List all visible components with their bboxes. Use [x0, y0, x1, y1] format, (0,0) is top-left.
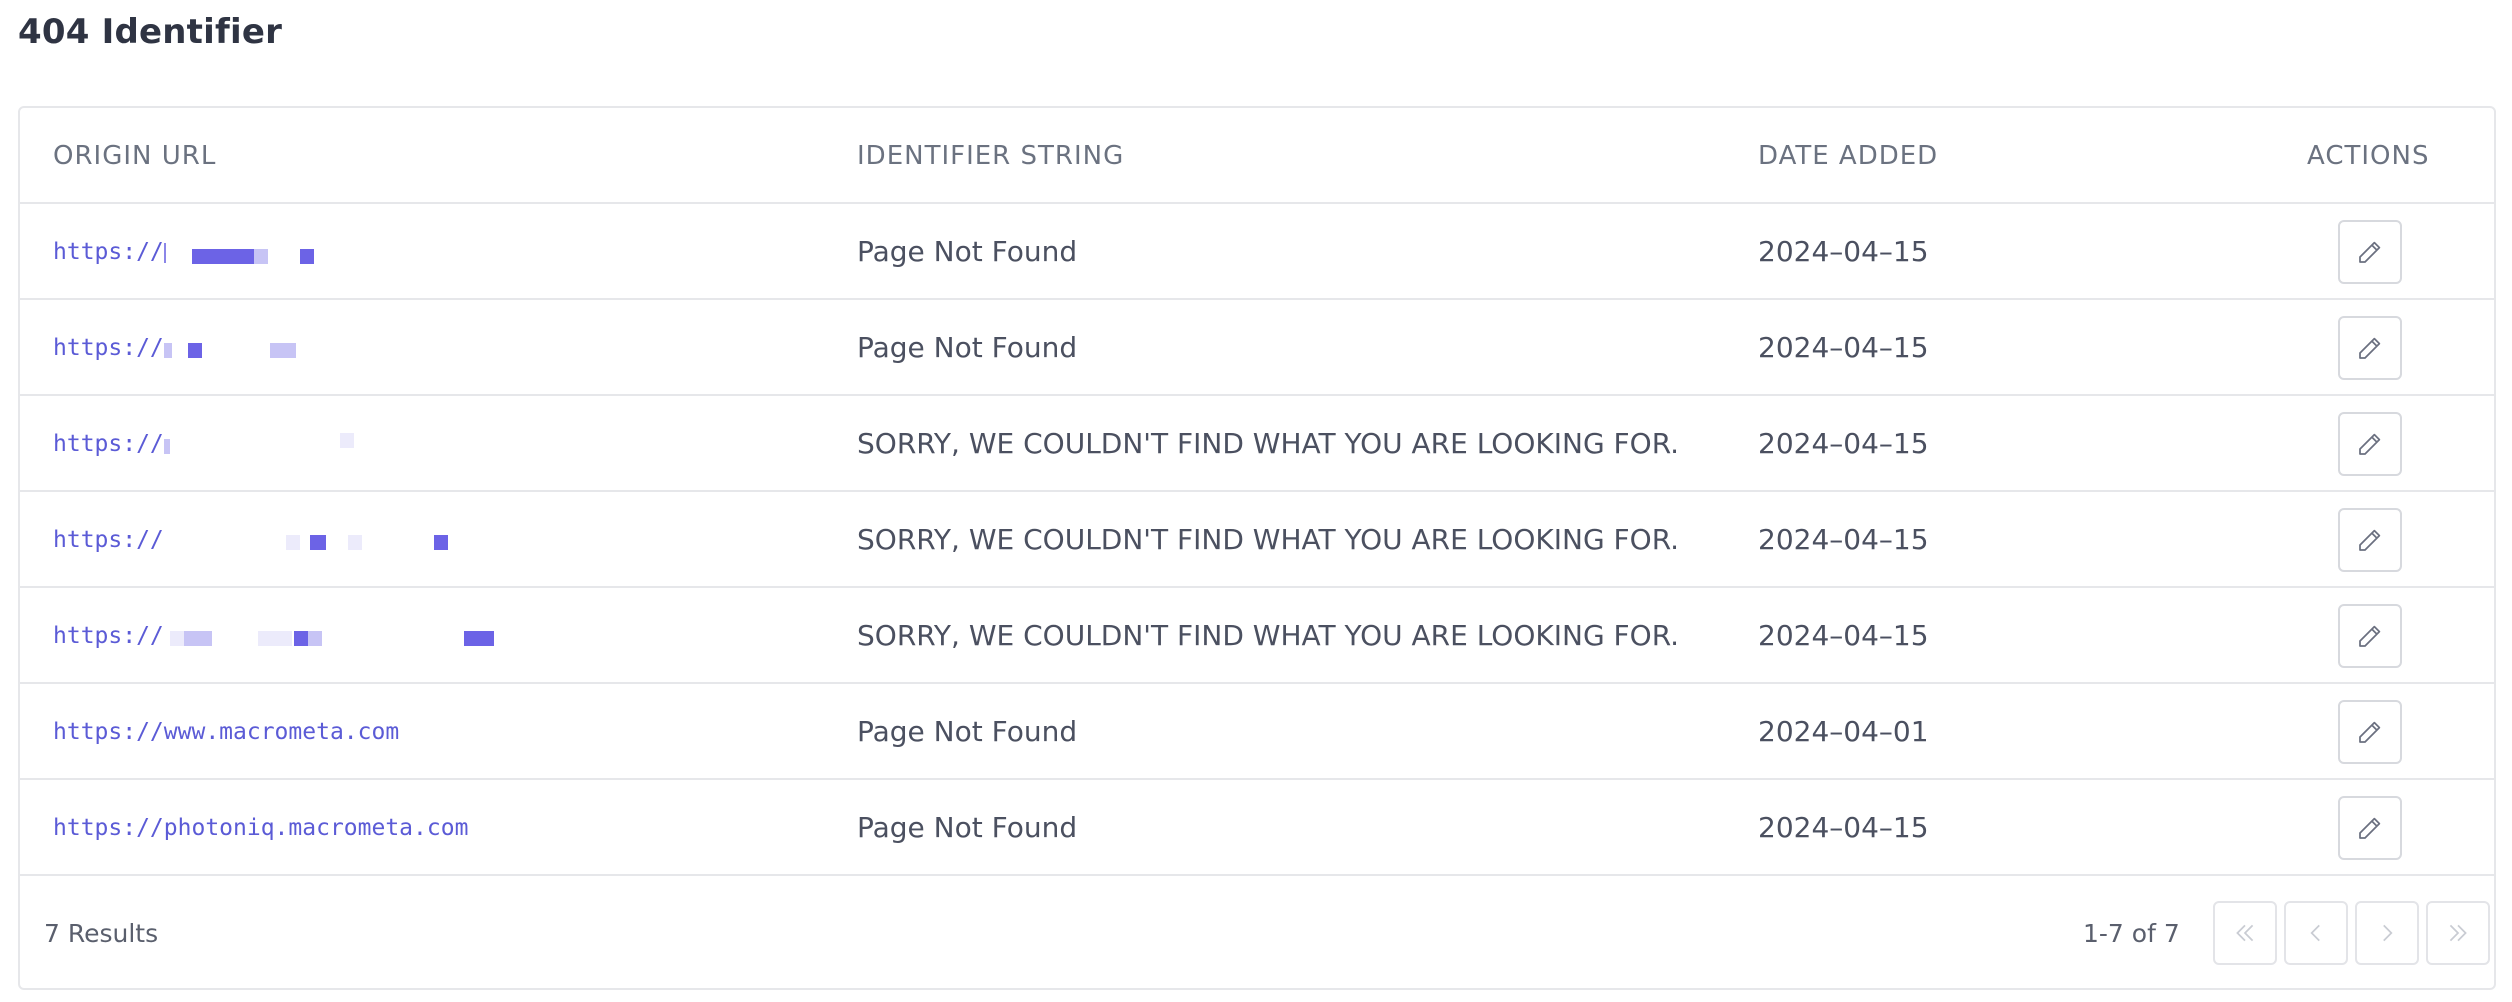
- date-added: 2024–04–15: [1758, 427, 1929, 460]
- edit-button[interactable]: [2338, 412, 2402, 476]
- header-date-added: DATE ADDED: [1758, 141, 1939, 171]
- header-origin-url: ORIGIN URL: [53, 141, 217, 171]
- pencil-icon: [2359, 337, 2381, 359]
- identifier-string: SORRY, WE COULDN'T FIND WHAT YOU ARE LOO…: [857, 619, 1680, 652]
- header-identifier-string: IDENTIFIER STRING: [857, 141, 1125, 171]
- origin-url-text: https://: [53, 239, 164, 265]
- identifier-string: SORRY, WE COULDN'T FIND WHAT YOU ARE LOO…: [857, 523, 1680, 556]
- redacted-url-block: [163, 242, 324, 264]
- identifier-string: Page Not Found: [857, 715, 1078, 748]
- pencil-icon: [2359, 241, 2381, 263]
- date-added: 2024–04–15: [1758, 811, 1929, 844]
- table-row: https:// SORRY, WE COULDN'T FIND WHAT YO…: [20, 396, 2494, 492]
- origin-url-text: https://: [53, 623, 164, 649]
- redacted-url-block: [164, 531, 464, 551]
- date-added: 2024–04–15: [1758, 331, 1929, 364]
- table-row: https:// SORRY, WE COULDN'T FIND WHAT YO…: [20, 588, 2494, 684]
- origin-url-link[interactable]: https://: [53, 204, 324, 300]
- edit-button[interactable]: [2338, 604, 2402, 668]
- pencil-icon: [2359, 721, 2381, 743]
- identifier-string: SORRY, WE COULDN'T FIND WHAT YOU ARE LOO…: [857, 427, 1680, 460]
- identifier-string: Page Not Found: [857, 235, 1078, 268]
- edit-button[interactable]: [2338, 700, 2402, 764]
- origin-url-link[interactable]: https://: [53, 396, 364, 492]
- redacted-url-block: [164, 627, 504, 647]
- origin-url-link[interactable]: https://photoniq.macrometa.com: [53, 780, 468, 876]
- pencil-icon: [2359, 817, 2381, 839]
- page-title: 404 Identifier: [18, 12, 283, 52]
- results-count: 7 Results: [44, 919, 159, 948]
- pencil-icon: [2359, 433, 2381, 455]
- identifier-string: Page Not Found: [857, 811, 1078, 844]
- date-added: 2024–04–15: [1758, 235, 1929, 268]
- pagination-range: 1-7 of 7: [2083, 919, 2180, 948]
- origin-url-link[interactable]: https://: [53, 492, 464, 588]
- origin-url-text: https://: [53, 431, 164, 457]
- origin-url-link[interactable]: https://www.macrometa.com: [53, 684, 399, 780]
- edit-button[interactable]: [2338, 220, 2402, 284]
- header-actions: ACTIONS: [2307, 141, 2430, 171]
- origin-url-link[interactable]: https://: [53, 588, 504, 684]
- pencil-icon: [2359, 529, 2381, 551]
- table-header: ORIGIN URL IDENTIFIER STRING DATE ADDED …: [20, 108, 2494, 204]
- table-row: https://photoniq.macrometa.com Page Not …: [20, 780, 2494, 876]
- edit-button[interactable]: [2338, 508, 2402, 572]
- chevron-left-icon: [2310, 924, 2320, 942]
- double-chevron-right-icon: [2449, 924, 2467, 942]
- last-page-button[interactable]: [2426, 901, 2490, 965]
- redacted-url-block: [163, 339, 334, 359]
- chevron-right-icon: [2383, 924, 2393, 942]
- date-added: 2024–04–01: [1758, 715, 1929, 748]
- first-page-button[interactable]: [2213, 901, 2277, 965]
- previous-page-button[interactable]: [2284, 901, 2348, 965]
- redacted-url-block: [163, 432, 364, 455]
- identifier-string: Page Not Found: [857, 331, 1078, 364]
- next-page-button[interactable]: [2355, 901, 2419, 965]
- edit-button[interactable]: [2338, 316, 2402, 380]
- table-footer: 7 Results 1-7 of 7: [20, 877, 2494, 988]
- date-added: 2024–04–15: [1758, 523, 1929, 556]
- origin-url-link[interactable]: https://: [53, 300, 334, 396]
- date-added: 2024–04–15: [1758, 619, 1929, 652]
- identifier-table-card: ORIGIN URL IDENTIFIER STRING DATE ADDED …: [18, 106, 2496, 990]
- edit-button[interactable]: [2338, 796, 2402, 860]
- table-row: https:// Page Not Found 2024–04–15: [20, 300, 2494, 396]
- table-row: https:// SORRY, WE COULDN'T FIND WHAT YO…: [20, 492, 2494, 588]
- origin-url-text: https://: [53, 335, 164, 361]
- table-row: https://www.macrometa.com Page Not Found…: [20, 684, 2494, 780]
- pencil-icon: [2359, 625, 2381, 647]
- origin-url-text: https://: [53, 527, 164, 553]
- table-row: https:// Page Not Found 2024–04–15: [20, 204, 2494, 300]
- double-chevron-left-icon: [2236, 924, 2254, 942]
